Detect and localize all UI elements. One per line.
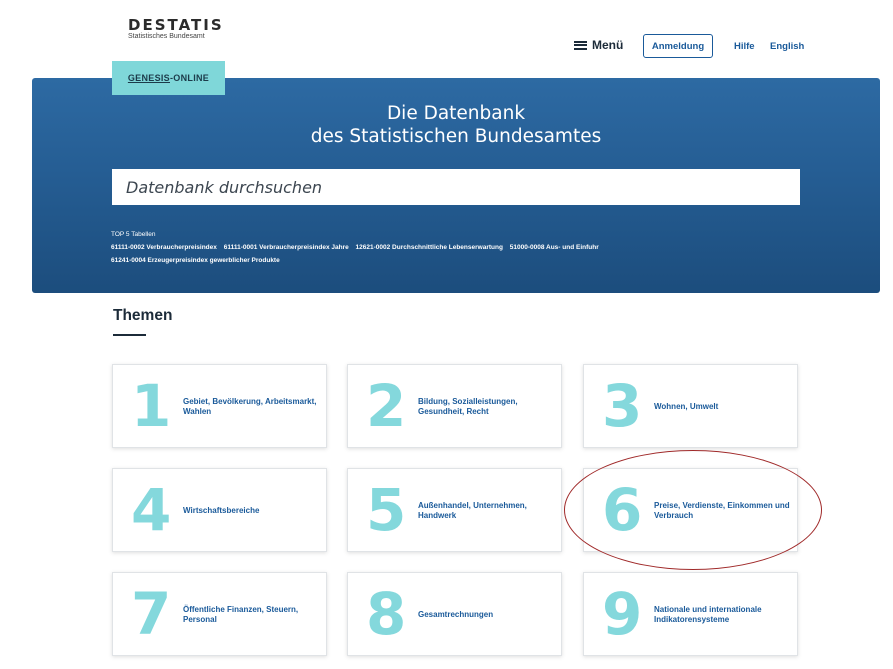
top5-tables: TOP 5 Tabellen 61111-0002 Verbraucherpre…: [111, 228, 871, 267]
theme-label: Wirtschaftsbereiche: [183, 506, 260, 515]
theme-number: 9: [602, 580, 643, 648]
help-link[interactable]: Hilfe: [734, 41, 755, 52]
theme-number: 3: [602, 372, 643, 440]
theme-number: 8: [366, 580, 407, 648]
theme-label: Öffentliche Finanzen, Steuern, Personal: [183, 605, 299, 624]
theme-number: 2: [366, 372, 407, 440]
genesis-tab-label-suffix: -ONLINE: [170, 73, 210, 83]
theme-label: Außenhandel, Unternehmen, Handwerk: [418, 501, 527, 520]
login-button[interactable]: Anmeldung: [643, 34, 713, 58]
theme-label: Gesamtrechnungen: [418, 610, 494, 619]
search-placeholder: Datenbank durchsuchen: [126, 177, 323, 197]
top5-table-link[interactable]: 61241-0004 Erzeugerpreisindex gewerblich…: [111, 257, 280, 264]
theme-tile-5[interactable]: 5 Außenhandel, Unternehmen, Handwerk: [347, 468, 562, 552]
heading-underline: [113, 334, 146, 336]
top5-table-link[interactable]: 12621-0002 Durchschnittliche Lebenserwar…: [356, 244, 503, 251]
theme-tile-9[interactable]: 9 Nationale und internationale Indikator…: [583, 572, 798, 656]
site-header: DESTATIS Statistisches Bundesamt Menü An…: [0, 0, 893, 60]
hamburger-icon: [574, 40, 587, 50]
theme-tile-3[interactable]: 3 Wohnen, Umwelt: [583, 364, 798, 448]
top5-table-link[interactable]: 61111-0002 Verbraucherpreisindex: [111, 244, 217, 251]
database-search-input[interactable]: Datenbank durchsuchen: [112, 169, 800, 205]
menu-label: Menü: [592, 38, 624, 52]
english-language-link[interactable]: English: [770, 41, 804, 52]
theme-number: 4: [131, 476, 172, 544]
top5-table-link[interactable]: 61111-0001 Verbraucherpreisindex Jahre: [224, 244, 349, 251]
theme-label: Preise, Verdienste, Einkommen und Verbra…: [654, 501, 790, 520]
theme-number: 7: [131, 580, 172, 648]
theme-tile-1[interactable]: 1 Gebiet, Bevölkerung, Arbeitsmarkt, Wah…: [112, 364, 327, 448]
genesis-online-tab[interactable]: GENESIS -ONLINE: [112, 61, 225, 95]
theme-label: Nationale und internationale Indikatoren…: [654, 605, 762, 624]
hero-title-line1: Die Datenbank: [386, 103, 526, 124]
destatis-logo[interactable]: DESTATIS Statistisches Bundesamt: [128, 18, 224, 40]
theme-tile-7[interactable]: 7 Öffentliche Finanzen, Steuern, Persona…: [112, 572, 327, 656]
logo-subtitle: Statistisches Bundesamt: [128, 33, 205, 40]
top5-list: 61111-0002 Verbraucherpreisindex 61111-0…: [111, 241, 871, 267]
hero-banner: Die Datenbank des Statistischen Bundesam…: [32, 78, 880, 293]
theme-number: 5: [366, 476, 407, 544]
theme-label: Wohnen, Umwelt: [654, 402, 719, 411]
theme-tile-4[interactable]: 4 Wirtschaftsbereiche: [112, 468, 327, 552]
theme-tile-2[interactable]: 2 Bildung, Sozialleistungen, Gesundheit,…: [347, 364, 562, 448]
hero-title: Die Datenbank des Statistischen Bundesam…: [32, 102, 880, 148]
logo-wordmark: DESTATIS: [128, 18, 224, 32]
theme-label: Gebiet, Bevölkerung, Arbeitsmarkt, Wahle…: [183, 397, 317, 416]
top5-table-link[interactable]: 51000-0008 Aus- und Einfuhr: [510, 244, 599, 251]
hero-title-line2: des Statistischen Bundesamtes: [310, 126, 602, 147]
top5-heading: TOP 5 Tabellen: [111, 231, 156, 238]
menu-button[interactable]: Menü: [574, 38, 623, 52]
theme-number: 1: [131, 372, 172, 440]
theme-label: Bildung, Sozialleistungen, Gesundheit, R…: [418, 397, 518, 416]
theme-number: 6: [602, 476, 643, 544]
theme-tile-6[interactable]: 6 Preise, Verdienste, Einkommen und Verb…: [583, 468, 798, 552]
genesis-tab-label-main: GENESIS: [127, 73, 170, 83]
themen-heading: Themen: [113, 307, 173, 324]
theme-tile-8[interactable]: 8 Gesamtrechnungen: [347, 572, 562, 656]
